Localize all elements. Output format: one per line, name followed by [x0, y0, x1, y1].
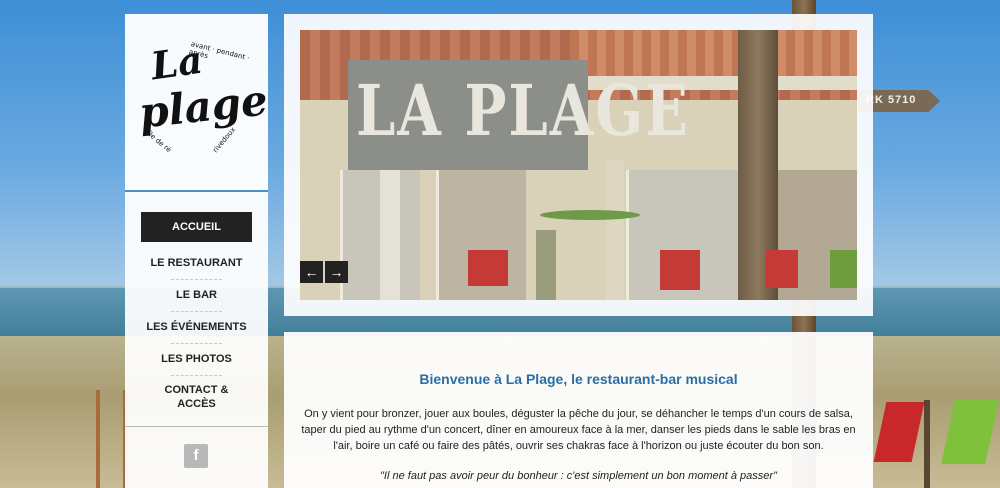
arrow-left-icon[interactable]: ← [300, 261, 323, 283]
main-nav: ACCUEIL LE RESTAURANT LE BAR LES ÉVÉNEME… [125, 212, 268, 416]
nav-item-restaurant[interactable]: LE RESTAURANT [125, 248, 268, 279]
logo-word-la: La [148, 36, 206, 89]
slide-post [380, 170, 400, 300]
la-plage-logo[interactable]: avant · pendant · après La plage île de … [137, 36, 270, 170]
sidebar: avant · pendant · après La plage île de … [125, 14, 270, 488]
slide-photo: LA PLAGE [300, 30, 857, 300]
nav-divider [125, 426, 268, 427]
direction-sign-text: RK 5710 [866, 94, 917, 106]
umbrella-pole [924, 400, 930, 488]
slide-chair [830, 250, 857, 288]
slide-sign-text: LA PLAGE [356, 69, 690, 153]
welcome-paragraph: On y vient pour bronzer, jouer aux boule… [301, 408, 856, 452]
nav-item-evenements[interactable]: LES ÉVÉNEMENTS [125, 312, 268, 343]
slide-chair [660, 250, 700, 290]
welcome-panel: Bienvenue à La Plage, le restaurant-bar … [284, 332, 873, 488]
facebook-icon[interactable]: f [184, 444, 208, 468]
palm-leaf [540, 210, 640, 220]
nav-item-bar[interactable]: LE BAR [125, 280, 268, 311]
slide-chair [766, 250, 798, 288]
arrow-right-icon[interactable]: → [325, 261, 348, 283]
image-slider: LA PLAGE ← → [284, 14, 873, 316]
welcome-quote: "Il ne faut pas avoir peur du bonheur : … [380, 470, 777, 482]
nav-item-contact-label: CONTACT & ACCÈS [164, 384, 229, 410]
slide-chair [468, 250, 508, 286]
nav-item-photos[interactable]: LES PHOTOS [125, 344, 268, 375]
nav-item-accueil[interactable]: ACCUEIL [141, 212, 252, 242]
nav-panel: ACCUEIL LE RESTAURANT LE BAR LES ÉVÉNEME… [125, 190, 268, 488]
nav-item-contact[interactable]: CONTACT & ACCÈS [125, 376, 268, 416]
logo-panel: avant · pendant · après La plage île de … [125, 14, 270, 190]
welcome-title: Bienvenue à La Plage, le restaurant-bar … [419, 371, 738, 387]
logo-rivedoux: rivedoux [211, 125, 238, 155]
beach-chair-left [96, 390, 126, 488]
